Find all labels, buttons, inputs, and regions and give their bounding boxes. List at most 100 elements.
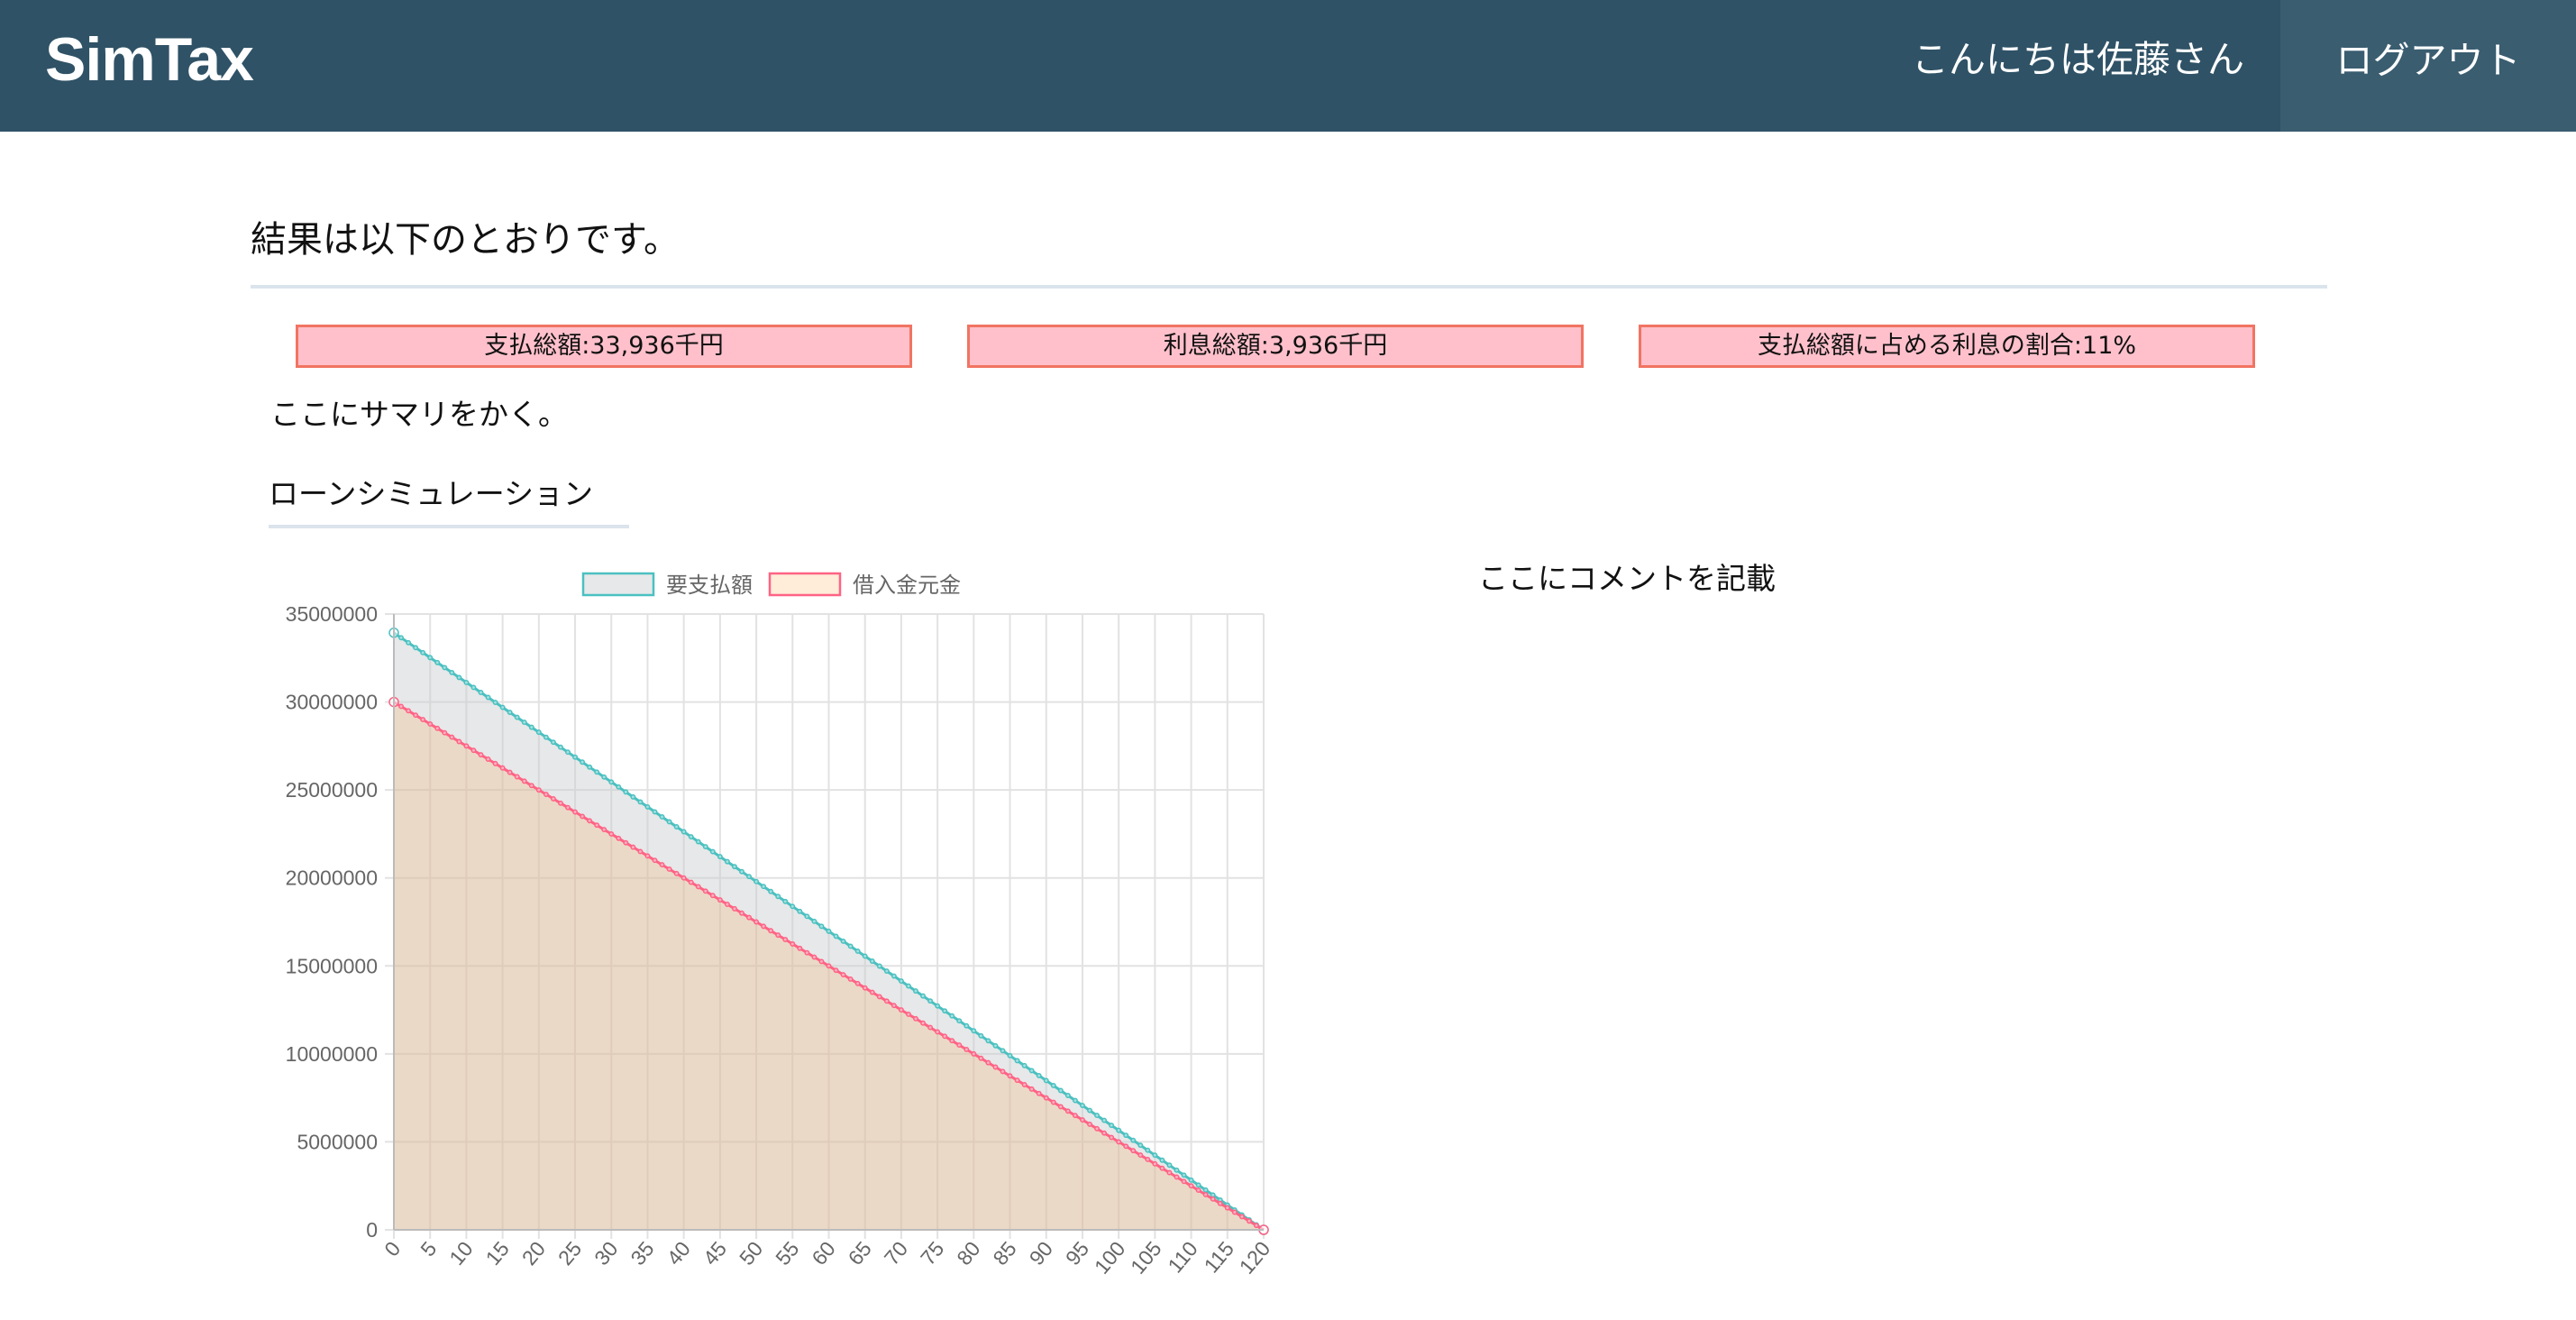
principal-point bbox=[1050, 1099, 1056, 1105]
payment-point bbox=[746, 874, 752, 880]
payment-point bbox=[709, 848, 716, 855]
payment-point bbox=[630, 793, 636, 800]
payment-point bbox=[1166, 1162, 1173, 1169]
principal-point bbox=[420, 717, 426, 723]
x-tick-label: 85 bbox=[988, 1237, 1020, 1270]
principal-point bbox=[876, 994, 882, 1000]
x-tick-label: 90 bbox=[1025, 1237, 1057, 1270]
principal-point bbox=[1021, 1082, 1028, 1087]
x-tick-label: 35 bbox=[626, 1237, 658, 1270]
principal-point bbox=[623, 839, 629, 846]
total-interest-badge: 利息総額:3,936千円 bbox=[967, 325, 1584, 368]
payment-point bbox=[1080, 1103, 1085, 1108]
section-title: ローンシミュレーション bbox=[269, 476, 594, 511]
principal-point bbox=[883, 998, 890, 1004]
principal-point bbox=[666, 866, 672, 872]
principal-point bbox=[1000, 1068, 1006, 1075]
principal-point bbox=[1094, 1125, 1100, 1132]
y-tick-label: 20000000 bbox=[286, 866, 378, 890]
principal-point bbox=[709, 893, 716, 899]
legend-label: 借入金元金 bbox=[853, 573, 961, 598]
principal-point bbox=[826, 963, 832, 969]
y-tick-label: 30000000 bbox=[286, 691, 378, 714]
principal-point bbox=[746, 914, 752, 921]
principal-point bbox=[616, 835, 622, 841]
principal-point bbox=[427, 721, 434, 727]
payment-point bbox=[688, 834, 694, 839]
page-title: 結果は以下のとおりです。 bbox=[251, 219, 680, 261]
principal-point bbox=[1181, 1178, 1187, 1185]
principal-point bbox=[521, 778, 527, 784]
payment-point bbox=[616, 784, 622, 790]
y-tick-label: 25000000 bbox=[286, 778, 378, 802]
principal-point bbox=[644, 853, 651, 859]
x-tick-label: 5 bbox=[416, 1237, 441, 1261]
principal-point bbox=[811, 954, 818, 960]
principal-point bbox=[681, 875, 687, 881]
principal-point bbox=[572, 809, 578, 815]
payment-point bbox=[470, 684, 477, 691]
payment-point bbox=[413, 645, 419, 651]
logout-button[interactable]: ログアウト bbox=[2280, 0, 2576, 132]
payment-point bbox=[580, 759, 586, 765]
x-tick-label: 20 bbox=[517, 1237, 550, 1270]
principal-point bbox=[434, 725, 441, 731]
x-tick-label: 40 bbox=[662, 1237, 695, 1270]
payment-point bbox=[782, 898, 789, 904]
payment-point bbox=[847, 943, 854, 949]
principal-point bbox=[1072, 1113, 1078, 1119]
principal-point bbox=[630, 844, 636, 850]
payment-point bbox=[854, 949, 861, 954]
principal-point bbox=[1174, 1174, 1180, 1180]
x-tick-label: 70 bbox=[880, 1237, 912, 1270]
principal-point bbox=[594, 822, 600, 829]
payment-point bbox=[427, 655, 434, 661]
principal-point bbox=[1043, 1095, 1049, 1101]
payment-point bbox=[434, 659, 441, 665]
legend-swatch bbox=[581, 572, 655, 597]
principal-point bbox=[652, 857, 658, 864]
payment-point bbox=[478, 690, 484, 695]
y-tick-label: 5000000 bbox=[297, 1130, 378, 1153]
principal-point bbox=[1080, 1117, 1085, 1123]
payment-point bbox=[601, 774, 607, 780]
payment-point bbox=[1130, 1137, 1137, 1143]
principal-point bbox=[964, 1047, 970, 1052]
payment-point bbox=[681, 829, 687, 835]
x-tick-label: 15 bbox=[481, 1237, 514, 1270]
payment-point bbox=[761, 884, 767, 890]
x-tick-label: 65 bbox=[844, 1237, 876, 1270]
payment-point bbox=[1109, 1123, 1115, 1129]
principal-point bbox=[470, 747, 477, 754]
payment-point bbox=[652, 809, 658, 815]
x-tick-label: 95 bbox=[1061, 1237, 1093, 1270]
principal-point bbox=[768, 928, 774, 934]
principal-point bbox=[550, 795, 556, 802]
principal-point bbox=[920, 1020, 926, 1026]
principal-point bbox=[608, 830, 615, 837]
payment-point bbox=[449, 669, 455, 675]
principal-point bbox=[1145, 1156, 1151, 1162]
payment-point bbox=[637, 799, 644, 805]
payment-point bbox=[739, 868, 744, 875]
payment-point bbox=[1137, 1142, 1144, 1149]
payment-point bbox=[1050, 1083, 1056, 1088]
payment-point bbox=[1036, 1072, 1042, 1078]
principal-point bbox=[514, 774, 520, 780]
payment-point bbox=[935, 1003, 941, 1009]
principal-point bbox=[790, 940, 796, 947]
payment-point bbox=[818, 923, 825, 930]
payment-point bbox=[949, 1013, 955, 1019]
legend-label: 要支払額 bbox=[666, 573, 753, 598]
payment-point bbox=[920, 993, 926, 999]
y-tick-label: 15000000 bbox=[286, 954, 378, 977]
principal-point bbox=[935, 1029, 941, 1035]
payment-point bbox=[1123, 1132, 1129, 1139]
brand-logo[interactable]: SimTax bbox=[45, 22, 254, 97]
payment-point bbox=[1072, 1097, 1078, 1104]
principal-point bbox=[978, 1055, 984, 1061]
principal-point bbox=[1254, 1223, 1259, 1229]
principal-point bbox=[775, 932, 781, 939]
payment-point bbox=[623, 789, 629, 795]
x-tick-label: 100 bbox=[1090, 1237, 1130, 1279]
